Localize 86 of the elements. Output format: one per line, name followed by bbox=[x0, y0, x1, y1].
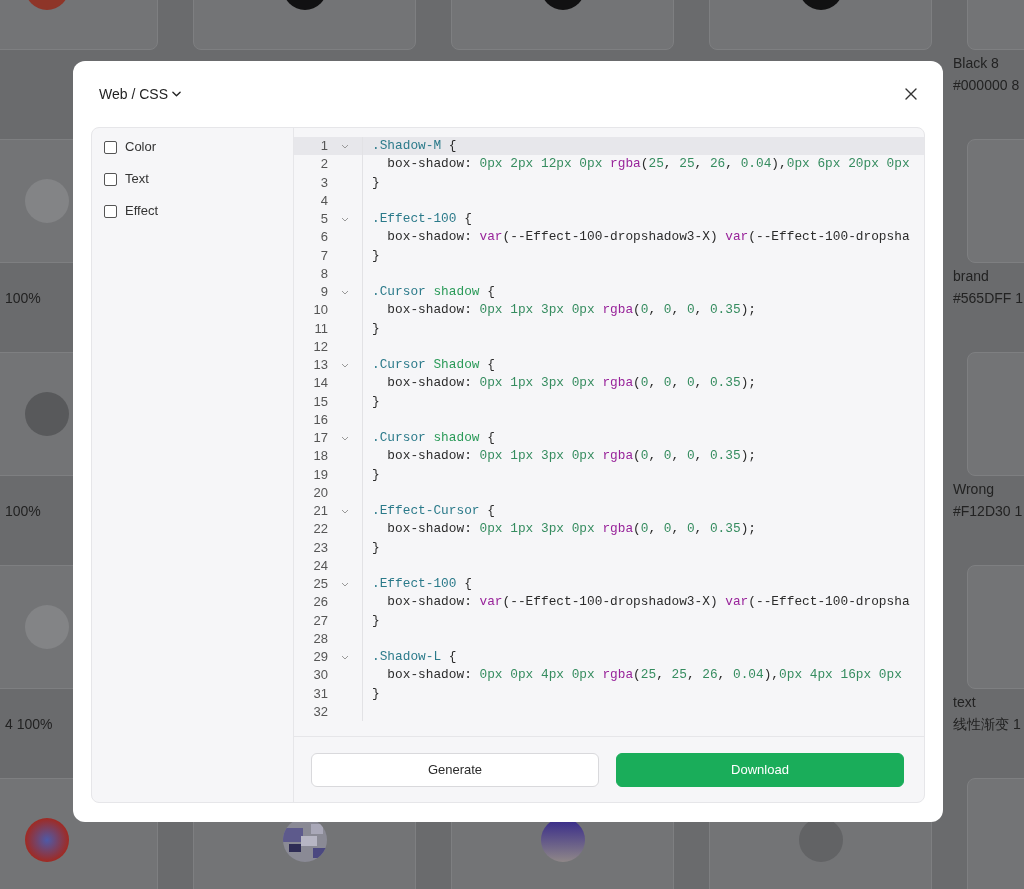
code-line: .Cursor Shadow { bbox=[372, 357, 495, 372]
swatch-name: text bbox=[953, 693, 977, 712]
checkbox-label[interactable]: Text bbox=[125, 169, 149, 189]
swatch-name: brand bbox=[953, 267, 990, 286]
checkbox[interactable] bbox=[104, 172, 117, 186]
line-number: 12 bbox=[313, 337, 328, 356]
code-line: .Effect-100 { bbox=[372, 211, 472, 226]
code-line: } bbox=[372, 393, 380, 409]
code-line: } bbox=[372, 466, 380, 482]
code-line: box-shadow: var(--Effect-100-dropshadow3-X) var(--Effect-100-dropsha bbox=[386, 229, 910, 245]
code-line: } bbox=[372, 247, 380, 263]
line-number: 7 bbox=[320, 246, 328, 265]
code-line: } bbox=[372, 539, 380, 555]
line-number: 32 bbox=[313, 702, 328, 721]
swatch-name: Black 8 bbox=[953, 54, 1000, 73]
fold-chevron-icon[interactable] bbox=[341, 581, 349, 587]
line-number: 1 bbox=[320, 137, 328, 155]
checkbox[interactable] bbox=[104, 140, 117, 154]
line-number: 29 bbox=[313, 648, 328, 666]
line-number: 2 bbox=[320, 155, 328, 174]
format-dropdown[interactable]: Web / CSS bbox=[99, 83, 181, 105]
line-number: 21 bbox=[313, 502, 328, 520]
line-number: 14 bbox=[313, 374, 328, 393]
line-number: 22 bbox=[313, 520, 328, 539]
line-number: 31 bbox=[313, 684, 328, 703]
checkbox-label[interactable]: Color bbox=[125, 137, 157, 157]
line-number: 13 bbox=[313, 356, 328, 374]
code-line: .Effect-Cursor { bbox=[372, 503, 495, 518]
line-number: 25 bbox=[313, 575, 328, 593]
line-number: 9 bbox=[320, 283, 328, 301]
fold-chevron-icon[interactable] bbox=[341, 508, 349, 514]
code-line: .Shadow-L { bbox=[372, 649, 457, 664]
line-number: 23 bbox=[313, 538, 328, 557]
line-number: 17 bbox=[313, 429, 328, 447]
checkbox[interactable] bbox=[104, 204, 117, 218]
code-line: } bbox=[372, 685, 380, 701]
line-number: 5 bbox=[320, 210, 328, 228]
code-line: box-shadow: 0px 1px 3px 0px rgba(0, 0, 0, 0.35); bbox=[386, 302, 756, 318]
fold-chevron-icon[interactable] bbox=[341, 362, 349, 368]
code-line: .Cursor shadow { bbox=[372, 430, 495, 445]
line-number: 30 bbox=[313, 666, 328, 685]
code-line: .Cursor shadow { bbox=[372, 284, 495, 299]
checkbox-label[interactable]: Effect bbox=[125, 201, 158, 221]
fold-chevron-icon[interactable] bbox=[341, 435, 349, 441]
code-line: box-shadow: 0px 0px 4px 0px rgba(25, 25, 26, 0.04),0px 4px 16px 0px bbox=[386, 667, 902, 683]
swatch-value: #000000 8 bbox=[953, 76, 1020, 95]
fold-chevron-icon[interactable] bbox=[341, 216, 349, 222]
line-number: 8 bbox=[320, 264, 328, 283]
swatch-name: Wrong bbox=[953, 480, 995, 499]
swatch-value: 线性渐变 1 bbox=[953, 715, 1021, 734]
fold-chevron-icon[interactable] bbox=[341, 654, 349, 660]
line-number: 6 bbox=[320, 228, 328, 247]
fold-chevron-icon[interactable] bbox=[341, 289, 349, 295]
chevron-down-icon bbox=[172, 91, 181, 97]
line-number: 4 bbox=[320, 191, 328, 210]
close-icon[interactable] bbox=[905, 88, 917, 100]
line-number: 19 bbox=[313, 465, 328, 484]
line-number: 11 bbox=[314, 319, 328, 338]
swatch-value: #565DFF 1 bbox=[953, 289, 1024, 308]
code-line: } bbox=[372, 174, 380, 190]
line-number: 26 bbox=[313, 593, 328, 612]
code-line: .Effect-100 { bbox=[372, 576, 472, 591]
code-line: } bbox=[372, 612, 380, 628]
code-line: box-shadow: var(--Effect-100-dropshadow3-X) var(--Effect-100-dropsha bbox=[386, 594, 910, 610]
line-number: 27 bbox=[313, 611, 328, 630]
swatch-value: 4 100% bbox=[5, 715, 53, 734]
swatch-value: 100% bbox=[5, 502, 41, 521]
generate-button[interactable]: Generate bbox=[311, 752, 599, 787]
line-number: 24 bbox=[313, 556, 328, 575]
line-number: 18 bbox=[313, 447, 328, 466]
code-line: .Shadow-M { bbox=[372, 138, 457, 153]
line-number: 10 bbox=[313, 301, 328, 320]
gradient-swatch bbox=[24, 818, 69, 862]
line-number: 28 bbox=[313, 629, 328, 648]
code-line: box-shadow: 0px 1px 3px 0px rgba(0, 0, 0, 0.35); bbox=[386, 375, 756, 391]
line-number: 3 bbox=[320, 173, 328, 192]
code-line: box-shadow: 0px 1px 3px 0px rgba(0, 0, 0, 0.35); bbox=[386, 448, 756, 464]
swatch-value: #F12D30 1 bbox=[953, 502, 1023, 521]
code-line: } bbox=[372, 320, 380, 336]
line-number: 16 bbox=[313, 410, 328, 429]
swatch-value: 100% bbox=[5, 289, 41, 308]
code-line: box-shadow: 0px 1px 3px 0px rgba(0, 0, 0, 0.35); bbox=[386, 521, 756, 537]
line-number: 20 bbox=[313, 483, 328, 502]
fold-chevron-icon[interactable] bbox=[341, 143, 349, 149]
line-number: 15 bbox=[313, 392, 328, 411]
code-line: box-shadow: 0px 2px 12px 0px rgba(25, 25, 26, 0.04),0px 6px 20px 0px bbox=[386, 156, 910, 172]
